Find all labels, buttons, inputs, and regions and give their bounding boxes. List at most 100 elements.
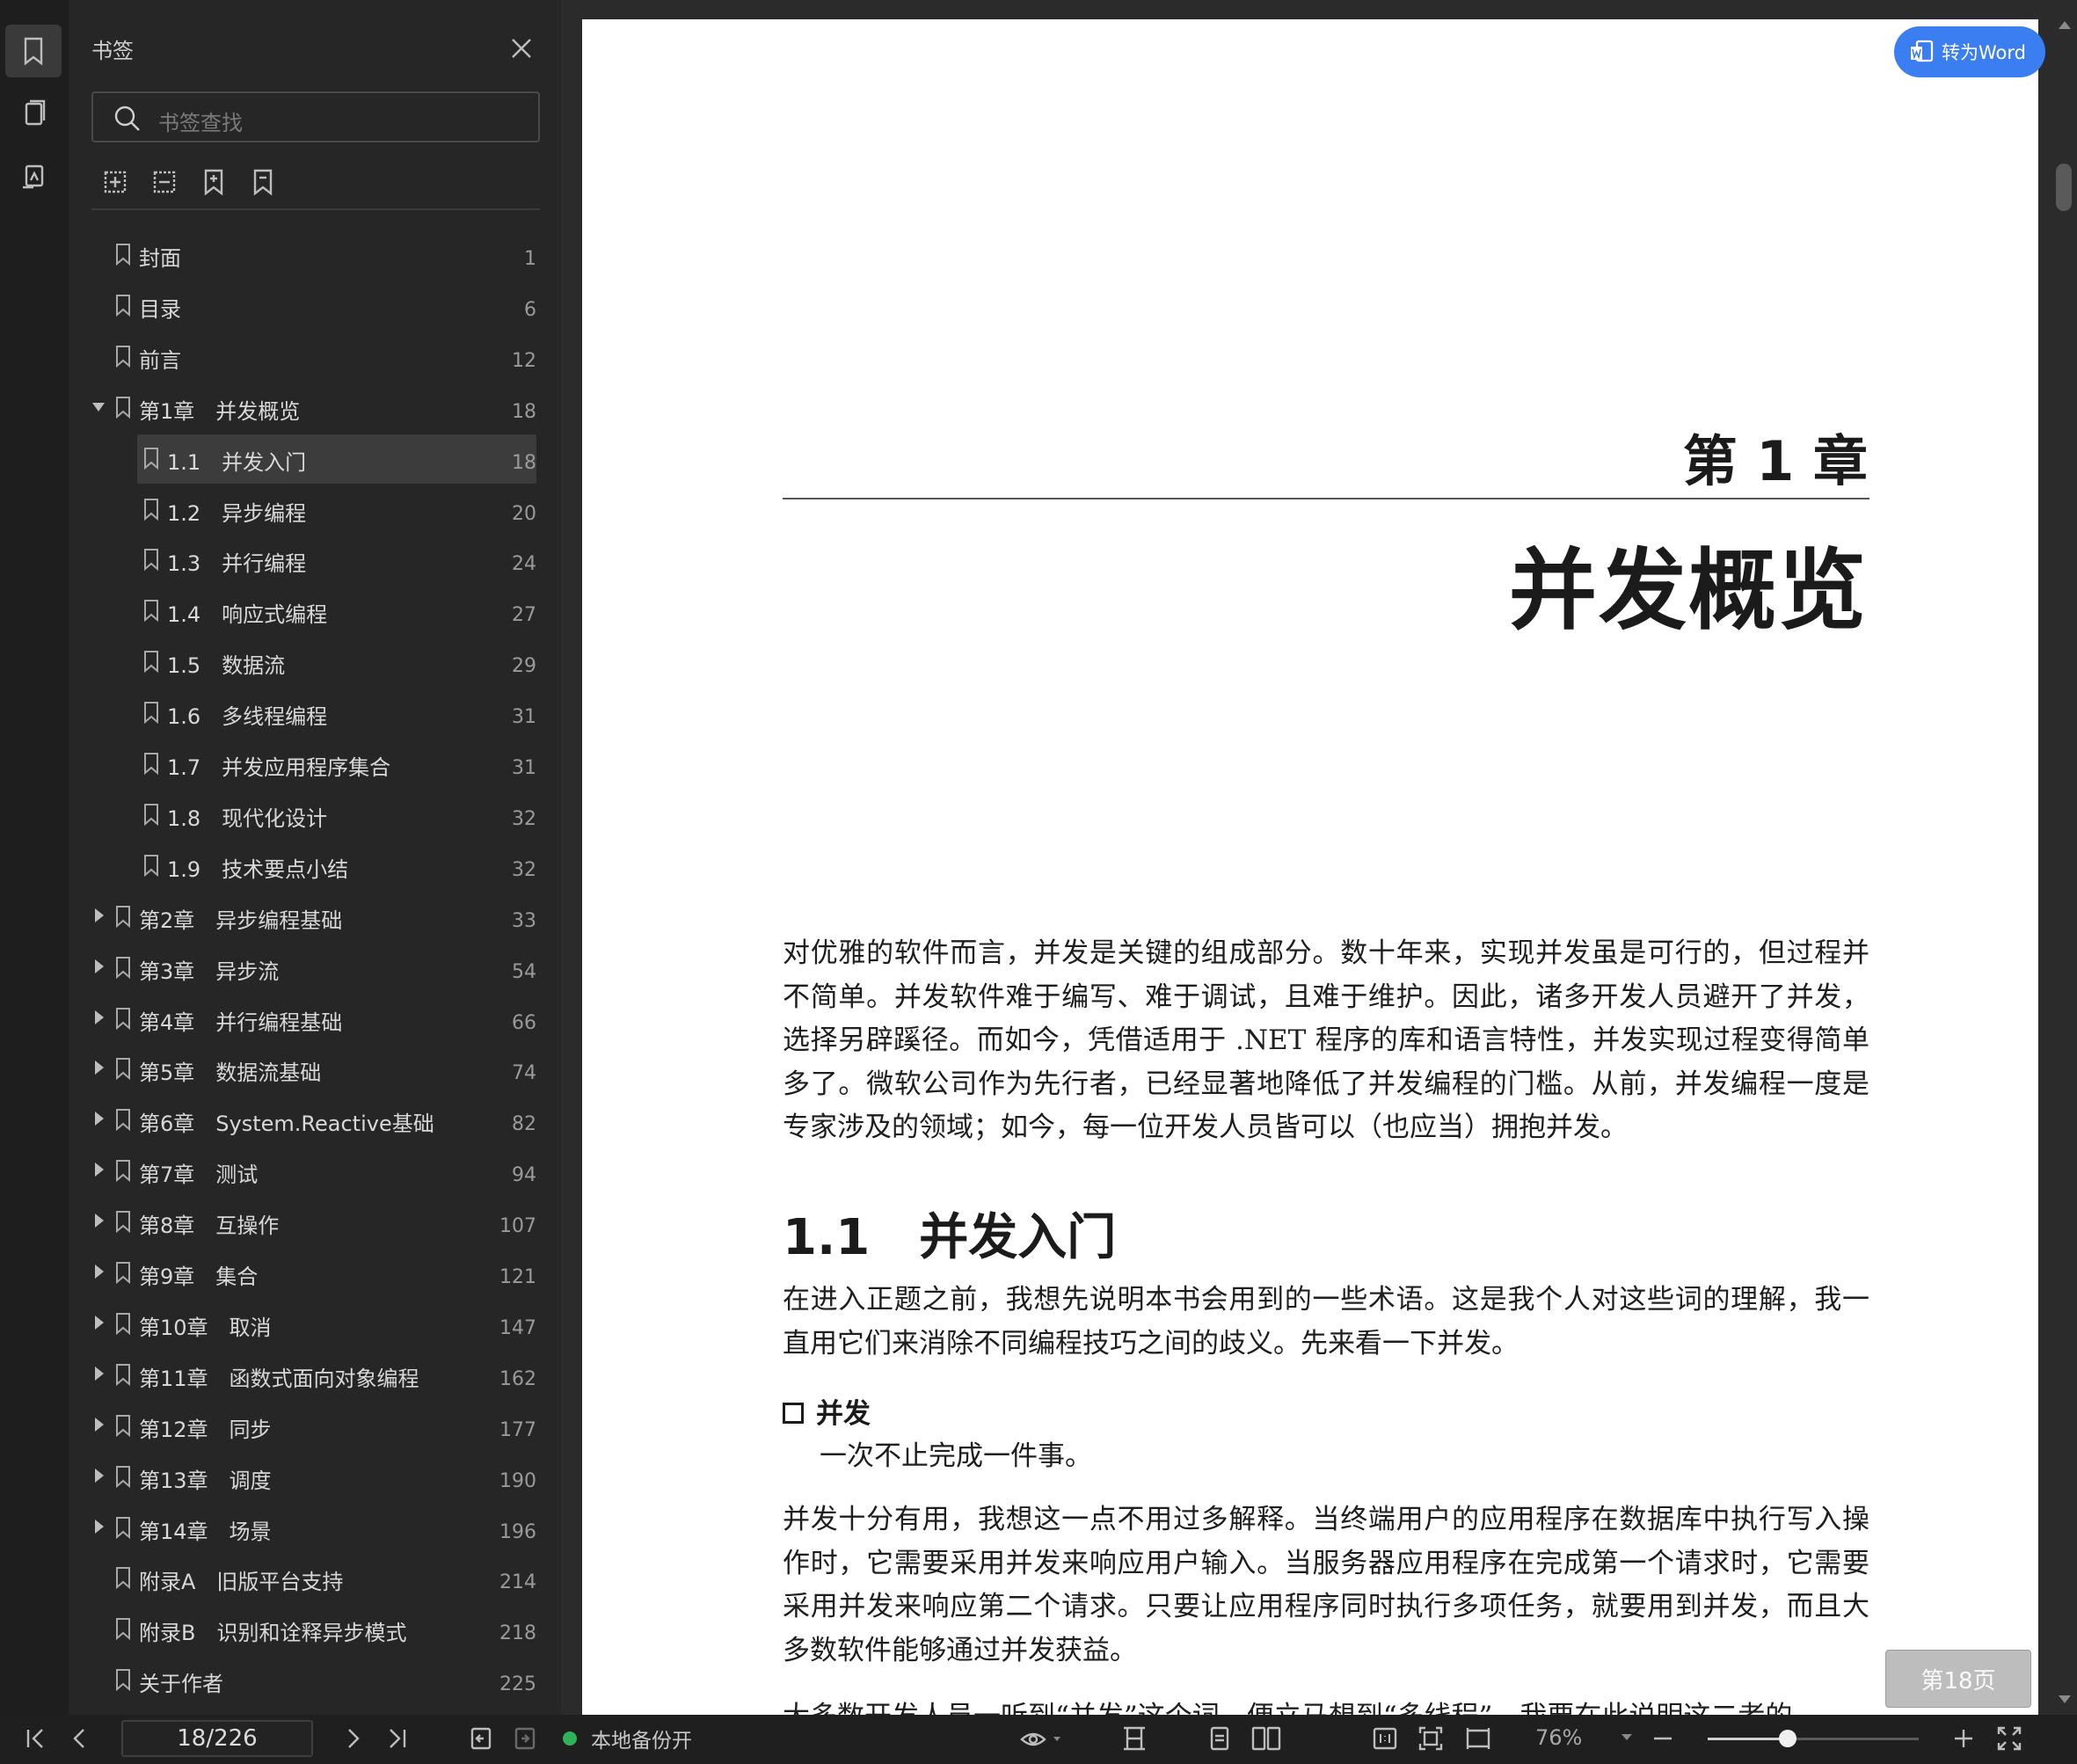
chapter-number: 第 1 章 xyxy=(1682,429,1868,493)
scroll-down-icon[interactable] xyxy=(2059,1695,2071,1703)
two-page-icon[interactable] xyxy=(1250,1725,1282,1752)
fullscreen-icon[interactable] xyxy=(1996,1725,2022,1752)
backup-status[interactable]: 本地备份开 xyxy=(563,1724,692,1753)
next-page-icon[interactable] xyxy=(339,1725,366,1752)
expand-arrow-icon[interactable] xyxy=(95,959,104,973)
bookmark-item[interactable]: 1.8 现代化设计 32 xyxy=(88,791,536,840)
bookmark-item[interactable]: 第9章 集合 121 xyxy=(88,1249,536,1298)
expand-arrow-icon[interactable] xyxy=(95,1468,104,1483)
last-page-icon[interactable] xyxy=(383,1725,410,1752)
annotation-tab-button[interactable] xyxy=(5,151,62,204)
bookmark-label: 1.3 并行编程 xyxy=(167,551,307,577)
bookmark-page-number: 18 xyxy=(512,400,536,423)
bookmark-item[interactable]: 第14章 场景 196 xyxy=(88,1504,536,1553)
bookmark-item[interactable]: 1.5 数据流 29 xyxy=(88,638,536,687)
fit-page-icon[interactable] xyxy=(1417,1725,1444,1752)
bookmark-item[interactable]: 第10章 取消 147 xyxy=(88,1300,536,1349)
expand-arrow-icon[interactable] xyxy=(95,1366,104,1381)
expand-arrow-icon[interactable] xyxy=(95,1265,104,1279)
bookmark-item[interactable]: 第4章 并行编程基础 66 xyxy=(88,995,536,1044)
bookmark-item[interactable]: 第7章 测试 94 xyxy=(88,1147,536,1196)
bookmark-label: 第3章 异步流 xyxy=(139,959,280,984)
bookmark-item[interactable]: 封面 1 xyxy=(88,230,536,280)
previous-page-icon[interactable] xyxy=(67,1725,93,1752)
bookmark-label: 附录A 旧版平台支持 xyxy=(139,1570,344,1595)
bookmark-icon xyxy=(116,1007,130,1030)
bookmark-item[interactable]: 1.6 多线程编程 31 xyxy=(88,689,536,738)
bookmark-page-number: 1 xyxy=(524,248,536,270)
bookmark-icon xyxy=(144,753,158,775)
zoom-slider[interactable] xyxy=(1708,1730,1919,1747)
bookmark-label: 第10章 取消 xyxy=(139,1315,272,1340)
bookmark-item[interactable]: 第13章 调度 190 xyxy=(88,1453,536,1502)
bookmark-item[interactable]: 第8章 互操作 107 xyxy=(88,1198,536,1247)
bookmark-item[interactable]: 第2章 异步编程基础 33 xyxy=(88,893,536,942)
actual-size-icon[interactable] xyxy=(1372,1725,1398,1752)
page-number-input[interactable]: 18/226 xyxy=(121,1720,313,1757)
search-icon xyxy=(114,106,140,131)
expand-arrow-icon[interactable] xyxy=(95,1010,104,1024)
zoom-slider-knob[interactable] xyxy=(1779,1730,1797,1747)
forward-history-icon[interactable] xyxy=(512,1725,538,1752)
bookmark-icon xyxy=(116,1414,130,1437)
bookmark-search-input[interactable]: 书签查找 xyxy=(91,91,540,142)
document-scroll-thumb[interactable] xyxy=(2056,164,2072,211)
bookmark-page-number: 66 xyxy=(512,1011,536,1034)
collapse-all-icon[interactable] xyxy=(149,167,179,197)
bookmark-item[interactable]: 1.7 并发应用程序集合 31 xyxy=(88,740,536,789)
bookmark-item[interactable]: 第11章 函数式面向对象编程 162 xyxy=(88,1351,536,1400)
bookmark-icon xyxy=(144,600,158,623)
term-label: 并发 xyxy=(816,1398,871,1430)
thumbnail-tab-button[interactable] xyxy=(5,88,62,141)
first-page-icon[interactable] xyxy=(23,1725,49,1752)
convert-to-word-button[interactable]: 转为Word xyxy=(1894,26,2045,77)
bookmark-item[interactable]: 第5章 数据流基础 74 xyxy=(88,1045,536,1094)
add-bookmark-icon[interactable] xyxy=(199,167,229,197)
expand-arrow-icon[interactable] xyxy=(95,1163,104,1177)
collapse-arrow-icon[interactable] xyxy=(92,402,105,412)
bookmark-item[interactable]: 1.2 异步编程 20 xyxy=(88,485,536,535)
expand-arrow-icon[interactable] xyxy=(95,1214,104,1228)
bookmark-label: 第6章 System.Reactive基础 xyxy=(139,1112,434,1137)
bookmark-item[interactable]: 附录B 识别和诠释异步模式 218 xyxy=(88,1605,536,1654)
bookmark-item[interactable]: 第3章 异步流 54 xyxy=(88,944,536,993)
document-viewer: 第 1 章 并发概览 对优雅的软件而言，并发是关键的组成部分。数十年来，实现并发… xyxy=(561,0,2077,1715)
continuous-scroll-icon[interactable] xyxy=(1120,1725,1148,1752)
expand-arrow-icon[interactable] xyxy=(95,1519,104,1534)
expand-arrow-icon[interactable] xyxy=(95,1061,104,1075)
expand-arrow-icon[interactable] xyxy=(95,1315,104,1330)
fit-width-icon[interactable] xyxy=(1465,1725,1491,1752)
zoom-out-icon[interactable] xyxy=(1650,1725,1676,1752)
bookmark-item[interactable]: 第6章 System.Reactive基础 82 xyxy=(88,1096,536,1145)
single-page-icon[interactable] xyxy=(1206,1725,1233,1752)
bookmark-item[interactable]: 第12章 同步 177 xyxy=(88,1402,536,1451)
bookmark-icon xyxy=(144,702,158,725)
document-scrollbar[interactable] xyxy=(2052,0,2077,1715)
bookmark-tab-button[interactable] xyxy=(5,25,62,77)
bookmark-item[interactable]: 关于作者 225 xyxy=(88,1656,536,1705)
expand-arrow-icon[interactable] xyxy=(95,1417,104,1432)
close-icon[interactable] xyxy=(506,33,536,63)
zoom-level[interactable]: 76% xyxy=(1535,1725,1582,1750)
zoom-dropdown-icon[interactable] xyxy=(1620,1731,1634,1745)
back-history-icon[interactable] xyxy=(468,1725,494,1752)
bookmark-item[interactable]: 1.3 并行编程 24 xyxy=(88,536,536,585)
remove-bookmark-icon[interactable] xyxy=(248,167,278,197)
scroll-up-icon[interactable] xyxy=(2059,21,2071,29)
bookmark-page-number: 33 xyxy=(512,909,536,932)
bookmark-item[interactable]: 目录 6 xyxy=(88,281,536,331)
expand-all-icon[interactable] xyxy=(100,167,130,197)
bookmark-item[interactable]: 1.9 技术要点小结 32 xyxy=(88,842,536,891)
bookmark-item[interactable]: 附录A 旧版平台支持 214 xyxy=(88,1554,536,1603)
bookmark-item[interactable]: 1.1 并发入门 18 xyxy=(88,434,536,484)
bookmark-page-number: 6 xyxy=(524,298,536,321)
bookmark-icon xyxy=(116,396,130,419)
zoom-in-icon[interactable] xyxy=(1950,1725,1977,1752)
expand-arrow-icon[interactable] xyxy=(95,1112,104,1126)
backup-status-dot xyxy=(563,1731,577,1746)
bookmark-item[interactable]: 第1章 并发概览 18 xyxy=(88,383,536,433)
eye-protection-icon[interactable] xyxy=(1018,1725,1064,1752)
expand-arrow-icon[interactable] xyxy=(95,908,104,922)
bookmark-item[interactable]: 前言 12 xyxy=(88,332,536,382)
bookmark-item[interactable]: 1.4 响应式编程 27 xyxy=(88,587,536,636)
